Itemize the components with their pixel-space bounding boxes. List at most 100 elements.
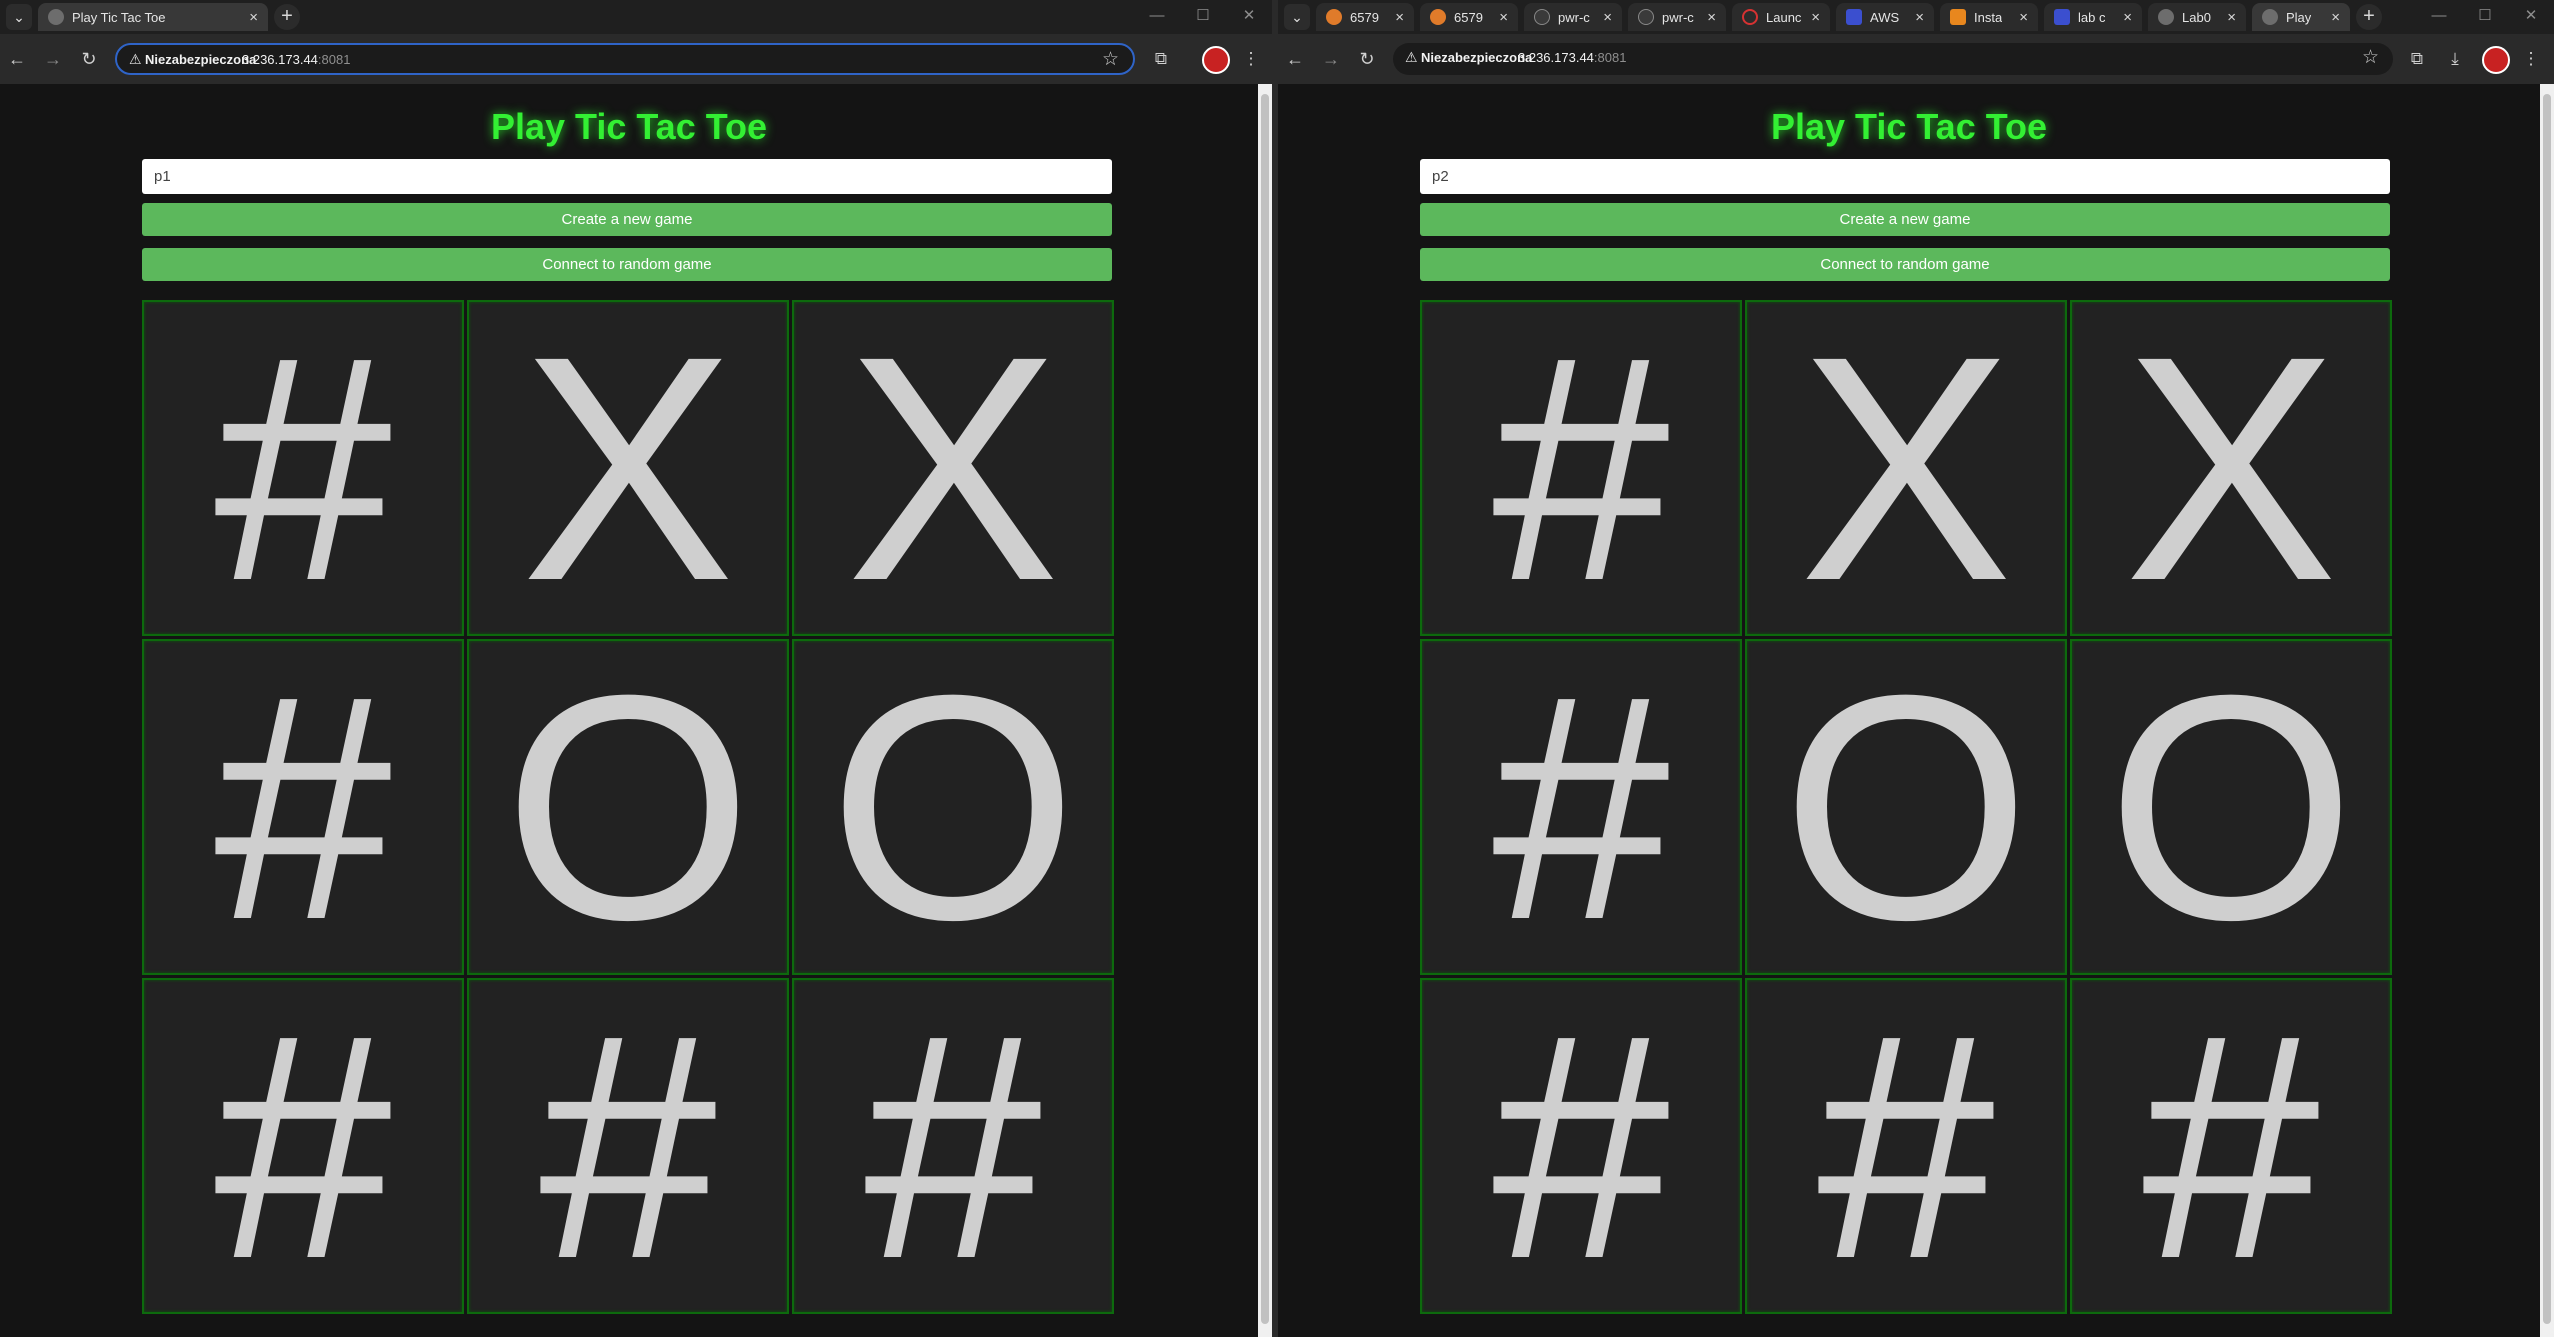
aws-icon — [1846, 9, 1862, 25]
board-cell-9[interactable]: # — [2070, 978, 2392, 1314]
tab-search-icon[interactable]: ⌄ — [1284, 4, 1310, 30]
tab-title: Play — [2286, 9, 2312, 25]
tab-aws[interactable]: AWS × — [1836, 3, 1934, 31]
github-icon — [1534, 9, 1550, 25]
minimize-icon[interactable]: — — [1134, 0, 1180, 34]
warning-icon[interactable]: ⚠ — [129, 51, 142, 68]
board-cell-5[interactable]: O — [467, 639, 789, 975]
back-icon[interactable]: ← — [1282, 46, 1308, 72]
board-cell-1[interactable]: # — [1420, 300, 1742, 636]
board-cell-6[interactable]: O — [792, 639, 1114, 975]
board-cell-2[interactable]: X — [467, 300, 789, 636]
url-text[interactable]: 3.236.173.44:8081 — [242, 52, 350, 67]
tab-lab0[interactable]: Lab0 × — [2148, 3, 2246, 31]
board-cell-2[interactable]: X — [1745, 300, 2067, 636]
back-icon[interactable]: ← — [4, 46, 30, 72]
tab-title: Insta — [1974, 9, 2003, 25]
extensions-icon[interactable]: ⧉ — [1148, 46, 1174, 72]
forward-icon[interactable]: → — [1318, 46, 1344, 72]
github-icon — [1638, 9, 1654, 25]
game-board: # X X # O O # # # — [1420, 300, 2392, 1320]
close-tab-icon[interactable]: × — [1499, 9, 1508, 26]
connect-random-game-button[interactable]: Connect to random game — [1420, 248, 2390, 281]
board-cell-4[interactable]: # — [1420, 639, 1742, 975]
security-label[interactable]: Niezabezpieczona — [1421, 50, 1532, 65]
tab-instances[interactable]: Insta × — [1940, 3, 2038, 31]
window-controls: — ☐ ✕ — [2416, 0, 2554, 34]
board-cell-7[interactable]: # — [1420, 978, 1742, 1314]
address-bar[interactable]: ⚠ Niezabezpieczona 3.236.173.44:8081 ☆ — [1393, 43, 2393, 75]
menu-icon[interactable]: ⋮ — [2518, 46, 2544, 72]
scrollbar-thumb[interactable] — [2543, 94, 2551, 1324]
page-scrollbar[interactable] — [2540, 84, 2554, 1337]
tab-pwr-b[interactable]: pwr-c × — [1628, 3, 1726, 31]
minimize-icon[interactable]: — — [2416, 0, 2462, 34]
browser-toolbar: ← → ↻ ⚠ Niezabezpieczona 3.236.173.44:80… — [1278, 34, 2554, 84]
close-tab-icon[interactable]: × — [1811, 9, 1820, 26]
close-tab-icon[interactable]: × — [249, 9, 258, 26]
close-tab-icon[interactable]: × — [1603, 9, 1612, 26]
board-cell-1[interactable]: # — [142, 300, 464, 636]
board-cell-3[interactable]: X — [792, 300, 1114, 636]
url-port: :8081 — [1593, 50, 1627, 65]
create-game-button[interactable]: Create a new game — [1420, 203, 2390, 236]
reload-icon[interactable]: ↻ — [76, 46, 102, 72]
close-window-icon[interactable]: ✕ — [2508, 0, 2554, 34]
url-host: 3.236.173.44 — [242, 52, 318, 67]
download-icon[interactable]: ⤓ — [2442, 46, 2468, 72]
close-tab-icon[interactable]: × — [2123, 9, 2132, 26]
window-controls: — ☐ ✕ — [1134, 0, 1272, 34]
forward-icon[interactable]: → — [40, 46, 66, 72]
profile-avatar[interactable] — [1202, 46, 1230, 74]
url-text[interactable]: 3.236.173.44:8081 — [1518, 50, 1626, 65]
new-tab-button[interactable]: + — [2356, 4, 2382, 30]
tab-6579-a[interactable]: 6579 × — [1316, 3, 1414, 31]
bookmark-star-icon[interactable]: ☆ — [1102, 48, 1119, 71]
connect-random-game-button[interactable]: Connect to random game — [142, 248, 1112, 281]
player-name-input[interactable] — [1420, 159, 2390, 194]
board-cell-8[interactable]: # — [467, 978, 789, 1314]
loading-icon — [1742, 9, 1758, 25]
board-cell-7[interactable]: # — [142, 978, 464, 1314]
board-cell-4[interactable]: # — [142, 639, 464, 975]
scrollbar-thumb[interactable] — [1261, 94, 1269, 1324]
profile-avatar[interactable] — [2482, 46, 2510, 74]
board-cell-8[interactable]: # — [1745, 978, 2067, 1314]
tab-title: pwr-c — [1662, 9, 1694, 25]
tab-search-icon[interactable]: ⌄ — [6, 4, 32, 30]
tab-pwr-a[interactable]: pwr-c × — [1524, 3, 1622, 31]
close-tab-icon[interactable]: × — [2019, 9, 2028, 26]
menu-icon[interactable]: ⋮ — [1238, 46, 1264, 72]
warning-icon[interactable]: ⚠ — [1405, 49, 1418, 66]
board-cell-6[interactable]: O — [2070, 639, 2392, 975]
bookmark-star-icon[interactable]: ☆ — [2362, 46, 2379, 69]
close-tab-icon[interactable]: × — [2227, 9, 2236, 26]
close-window-icon[interactable]: ✕ — [1226, 0, 1272, 34]
address-bar[interactable]: ⚠ Niezabezpieczona 3.236.173.44:8081 ☆ — [115, 43, 1135, 75]
tab-launch[interactable]: Launc × — [1732, 3, 1830, 31]
tab-play[interactable]: Play × — [2252, 3, 2350, 31]
board-cell-9[interactable]: # — [792, 978, 1114, 1314]
reload-icon[interactable]: ↻ — [1354, 46, 1380, 72]
close-tab-icon[interactable]: × — [1915, 9, 1924, 26]
close-tab-icon[interactable]: × — [2331, 9, 2340, 26]
new-tab-button[interactable]: + — [274, 4, 300, 30]
maximize-icon[interactable]: ☐ — [2462, 0, 2508, 34]
security-label[interactable]: Niezabezpieczona — [145, 52, 256, 67]
extensions-icon[interactable]: ⧉ — [2404, 46, 2430, 72]
close-tab-icon[interactable]: × — [1707, 9, 1716, 26]
tab-play-tic-tac-toe[interactable]: Play Tic Tac Toe × — [38, 3, 268, 31]
tab-title: Lab0 — [2182, 9, 2211, 25]
tab-title: Launc — [1766, 9, 1802, 25]
board-cell-5[interactable]: O — [1745, 639, 2067, 975]
create-game-button[interactable]: Create a new game — [142, 203, 1112, 236]
player-name-input[interactable] — [142, 159, 1112, 194]
maximize-icon[interactable]: ☐ — [1180, 0, 1226, 34]
tab-title: Play Tic Tac Toe — [72, 9, 166, 25]
close-tab-icon[interactable]: × — [1395, 9, 1404, 26]
tab-lab-c[interactable]: lab c × — [2044, 3, 2142, 31]
ec2-icon — [1950, 9, 1966, 25]
page-scrollbar[interactable] — [1258, 84, 1272, 1337]
board-cell-3[interactable]: X — [2070, 300, 2392, 636]
tab-6579-b[interactable]: 6579 × — [1420, 3, 1518, 31]
